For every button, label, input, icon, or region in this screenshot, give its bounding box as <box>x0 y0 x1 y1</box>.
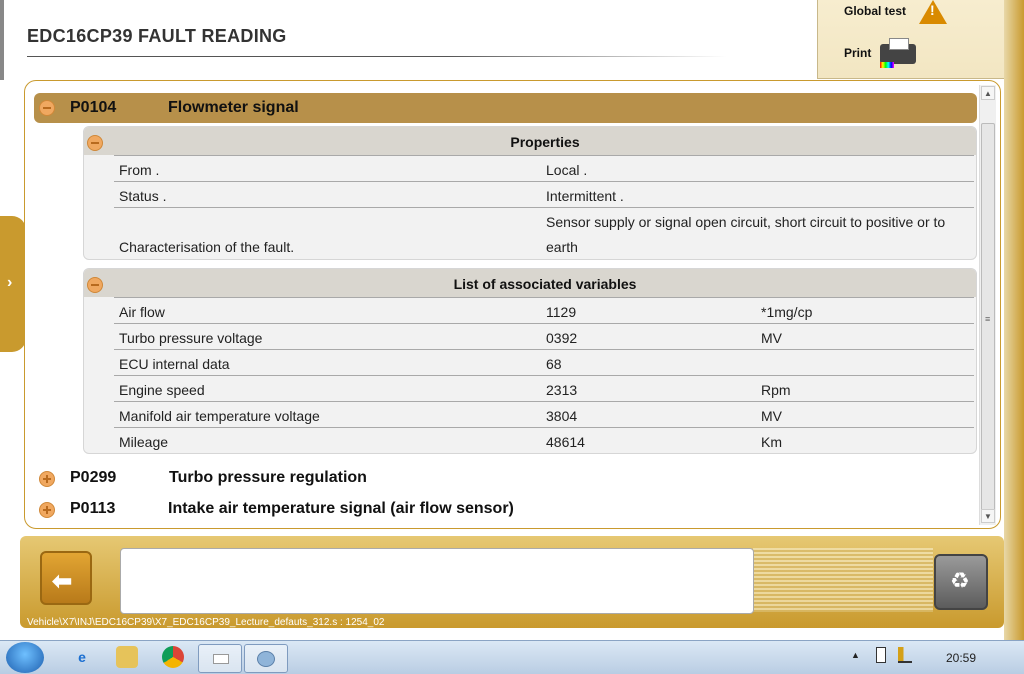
printer-paper-icon <box>889 38 909 50</box>
global-test-label: Global test <box>844 4 907 18</box>
variables-title: List of associated variables <box>453 276 637 292</box>
properties-header: Properties <box>84 127 976 155</box>
scroll-down-icon[interactable]: ▼ <box>981 509 995 523</box>
ie-icon[interactable]: e <box>71 646 93 668</box>
trash-icon: ♻ <box>950 568 970 593</box>
window-right-edge <box>1004 0 1024 640</box>
side-panel-toggle[interactable]: › <box>0 216 26 352</box>
message-box <box>120 548 754 614</box>
title-underline <box>27 56 727 57</box>
variable-value: 0392 <box>546 330 578 346</box>
script-path: Vehicle\X7\INJ\EDC16CP39\X7_EDC16CP39_Le… <box>27 617 385 628</box>
fault-description: Flowmeter signal <box>168 99 299 116</box>
print-label: Print <box>844 46 872 60</box>
fault-code: P0113 <box>70 500 116 517</box>
expand-icon[interactable] <box>39 471 55 487</box>
print-button[interactable]: Print <box>844 46 871 60</box>
variables-header: List of associated variables <box>84 269 976 297</box>
collapse-icon[interactable] <box>87 277 103 293</box>
property-value-line2: earth <box>546 239 578 255</box>
variable-row: ECU internal data 68 <box>114 349 974 375</box>
fault-code: P0299 <box>70 469 117 486</box>
global-test-button[interactable]: Global test <box>844 4 906 18</box>
variable-row: Air flow 1129 *1mg/cp <box>114 297 974 323</box>
taskbar-app[interactable] <box>244 644 288 673</box>
app-window-icon <box>213 654 229 664</box>
collapse-icon[interactable] <box>39 100 55 116</box>
chevron-right-icon: › <box>7 274 13 291</box>
variable-name: Engine speed <box>119 382 205 398</box>
decorative-stripes <box>753 548 933 612</box>
back-button[interactable]: ⬅ <box>40 551 92 605</box>
variable-name: Manifold air temperature voltage <box>119 408 320 424</box>
variable-name: Mileage <box>119 434 169 450</box>
variable-name: ECU internal data <box>119 356 230 372</box>
property-row: From . Local . <box>114 155 974 181</box>
scroll-thumb[interactable]: ≡ <box>981 123 995 511</box>
variable-unit: MV <box>761 330 782 346</box>
arrow-left-icon: ⬅ <box>52 568 73 595</box>
taskbar-app-active[interactable] <box>198 644 242 673</box>
variable-value: 1129 <box>546 304 577 320</box>
variable-unit: *1mg/cp <box>761 304 813 320</box>
fault-row-collapsed[interactable]: P0299 Turbo pressure regulation <box>34 466 964 492</box>
scroll-up-icon[interactable]: ▲ <box>981 86 995 100</box>
properties-section: Properties From . Local . Status . Inter… <box>83 126 977 260</box>
variable-value: 68 <box>546 356 562 372</box>
property-value: Local . <box>546 162 588 178</box>
property-row: Characterisation of the fault. Sensor su… <box>114 207 974 259</box>
taskbar: e ▲ 20:59 <box>0 640 1024 674</box>
variable-name: Turbo pressure voltage <box>119 330 263 346</box>
tray-expand-icon[interactable]: ▲ <box>851 650 860 660</box>
fault-description: Intake air temperature signal (air flow … <box>168 500 514 517</box>
properties-title: Properties <box>510 134 580 150</box>
chrome-icon[interactable] <box>162 646 184 668</box>
expand-icon[interactable] <box>39 502 55 518</box>
property-label: Status . <box>119 188 167 204</box>
fault-code: P0104 <box>70 99 117 116</box>
warning-mark-icon: ! <box>930 2 935 18</box>
property-row: Status . Intermittent . <box>114 181 974 207</box>
property-label: From . <box>119 162 160 178</box>
variable-value: 3804 <box>546 408 578 424</box>
start-button[interactable] <box>6 642 44 673</box>
vertical-scrollbar[interactable]: ▲ ≡ ▼ <box>979 85 996 525</box>
property-label: Characterisation of the fault. <box>119 239 295 255</box>
clock[interactable]: 20:59 <box>946 651 976 665</box>
paint-icon <box>257 651 275 667</box>
variable-row: Turbo pressure voltage 0392 MV <box>114 323 974 349</box>
variable-row: Engine speed 2313 Rpm <box>114 375 974 401</box>
window-edge <box>0 0 4 80</box>
page-title: EDC16CP39 FAULT READING <box>27 26 287 46</box>
variable-unit: Km <box>761 434 782 450</box>
printer-color-icon <box>880 62 894 68</box>
signal-icon[interactable] <box>898 647 912 663</box>
variable-row: Manifold air temperature voltage 3804 MV <box>114 401 974 427</box>
toolbar-panel: Global test ! Print <box>817 0 1005 79</box>
fault-description: Turbo pressure regulation <box>169 469 367 486</box>
variable-unit: MV <box>761 408 782 424</box>
variable-value: 48614 <box>546 434 585 450</box>
grip-icon: ≡ <box>985 314 991 324</box>
fault-row-collapsed[interactable]: P0113 Intake air temperature signal (air… <box>34 497 964 523</box>
variable-value: 2313 <box>546 382 578 398</box>
folder-icon[interactable] <box>116 646 138 668</box>
variable-unit: Rpm <box>761 382 791 398</box>
variable-name: Air flow <box>119 304 165 320</box>
variables-section: List of associated variables Air flow 11… <box>83 268 977 454</box>
battery-icon[interactable] <box>876 647 886 663</box>
clear-button[interactable]: ♻ <box>934 554 988 610</box>
variable-row: Mileage 48614 Km <box>114 427 974 453</box>
collapse-icon[interactable] <box>87 135 103 151</box>
property-value: Intermittent . <box>546 188 624 204</box>
property-value-line1: Sensor supply or signal open circuit, sh… <box>546 214 946 230</box>
